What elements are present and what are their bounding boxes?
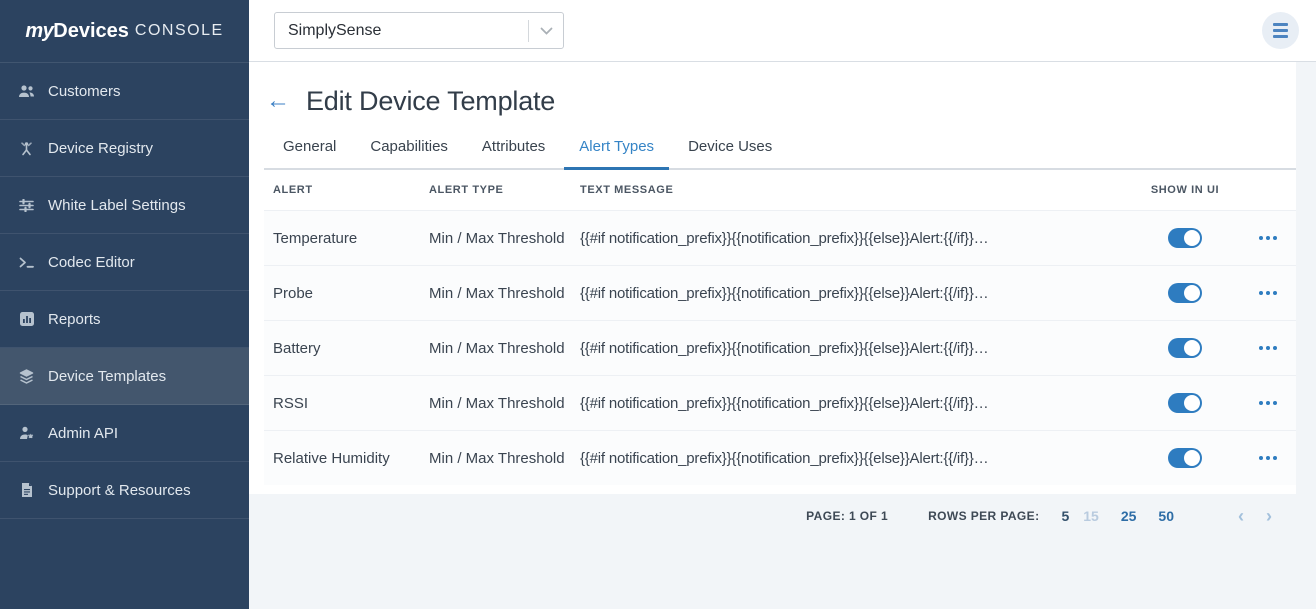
content-area: ← Edit Device Template General Capabilit… [249,62,1316,609]
device-templates-icon [18,368,35,385]
sidebar-item-device-templates[interactable]: Device Templates [0,348,249,405]
sidebar-item-white-label-settings[interactable]: White Label Settings [0,177,249,234]
sidebar-item-label: Codec Editor [48,254,135,271]
alert-type-cell: Min / Max Threshold [429,230,580,247]
tenant-dropdown[interactable]: SimplySense [274,12,564,49]
column-header-text-message: TEXT MESSAGE [580,184,1130,196]
tab-device-uses[interactable]: Device Uses [673,138,787,170]
text-message-cell: {{#if notification_prefix}}{{notificatio… [580,450,1130,467]
sidebar-item-customers[interactable]: Customers [0,63,249,120]
sidebar-item-label: Admin API [48,425,118,442]
rows-per-page-option-15[interactable]: 15 [1083,508,1099,524]
sidebar-item-label: Customers [48,83,121,100]
mydevices-logo: myDevices CONSOLE [0,0,249,63]
logo-console: CONSOLE [135,22,224,40]
show-in-ui-toggle[interactable] [1168,338,1202,358]
row-actions-menu-icon[interactable] [1257,342,1279,354]
column-header-alert-type: ALERT TYPE [429,184,580,196]
page-title: Edit Device Template [306,86,555,117]
alert-type-cell: Min / Max Threshold [429,340,580,357]
sidebar-item-codec-editor[interactable]: Codec Editor [0,234,249,291]
toggle-knob [1184,395,1200,411]
row-actions-menu-icon[interactable] [1257,397,1279,409]
previous-page-icon[interactable]: ‹ [1238,507,1244,525]
sidebar-item-admin-api[interactable]: Admin API [0,405,249,462]
logo-devices: Devices [53,20,129,43]
sidebar-item-support-resources[interactable]: Support & Resources [0,462,249,519]
topbar: SimplySense [249,0,1316,62]
table-row: Relative Humidity Min / Max Threshold {{… [264,430,1296,485]
tab-capabilities[interactable]: Capabilities [355,138,463,170]
sidebar-item-label: Device Templates [48,368,166,385]
sidebar-item-label: Reports [48,311,101,328]
rows-per-page-option-5[interactable]: 5 [1061,508,1069,524]
app-root: myDevices CONSOLE Customers Device Regist… [0,0,1316,609]
table-row: Probe Min / Max Threshold {{#if notifica… [264,265,1296,320]
codec-editor-icon [18,254,35,271]
toggle-knob [1184,230,1200,246]
show-in-ui-toggle[interactable] [1168,448,1202,468]
hamburger-menu-button[interactable] [1262,12,1299,49]
reports-icon [18,311,35,328]
pagination-bar: PAGE: 1 OF 1 ROWS PER PAGE: 5 15 25 50 ‹… [249,507,1316,525]
row-actions-menu-icon[interactable] [1257,287,1279,299]
row-actions-menu-icon[interactable] [1257,232,1279,244]
toggle-knob [1184,450,1200,466]
support-resources-icon [18,482,35,499]
rows-per-page-label: ROWS PER PAGE: [928,509,1039,523]
edit-template-panel: ← Edit Device Template General Capabilit… [249,62,1296,494]
toggle-knob [1184,285,1200,301]
rows-per-page-option-50[interactable]: 50 [1158,508,1174,524]
sidebar-item-label: White Label Settings [48,197,186,214]
tenant-dropdown-value: SimplySense [275,22,528,40]
row-actions-menu-icon[interactable] [1257,452,1279,464]
sidebar-item-label: Support & Resources [48,482,191,499]
alert-cell: Probe [273,285,429,302]
alert-type-cell: Min / Max Threshold [429,395,580,412]
main-area: SimplySense ← Edit Device Template Gener… [249,0,1316,609]
text-message-cell: {{#if notification_prefix}}{{notificatio… [580,285,1130,302]
hamburger-icon [1273,23,1288,26]
table-header: ALERT ALERT TYPE TEXT MESSAGE SHOW IN UI [264,170,1296,210]
tab-general[interactable]: General [268,138,351,170]
table-row: RSSI Min / Max Threshold {{#if notificat… [264,375,1296,430]
alert-cell: RSSI [273,395,429,412]
column-header-alert: ALERT [273,184,429,196]
back-arrow-icon[interactable]: ← [266,89,290,115]
tab-bar: General Capabilities Attributes Alert Ty… [264,138,1296,170]
sidebar: myDevices CONSOLE Customers Device Regist… [0,0,249,609]
chevron-down-icon [529,27,563,35]
table-row: Temperature Min / Max Threshold {{#if no… [264,210,1296,265]
alert-cell: Battery [273,340,429,357]
text-message-cell: {{#if notification_prefix}}{{notificatio… [580,395,1130,412]
white-label-settings-icon [18,197,35,214]
page-count-label: PAGE: 1 OF 1 [806,509,888,523]
alert-cell: Temperature [273,230,429,247]
toggle-knob [1184,340,1200,356]
rows-per-page-option-25[interactable]: 25 [1121,508,1137,524]
alert-cell: Relative Humidity [273,450,429,467]
column-header-show-in-ui: SHOW IN UI [1130,184,1240,196]
sidebar-item-label: Device Registry [48,140,153,157]
alert-type-cell: Min / Max Threshold [429,285,580,302]
title-row: ← Edit Device Template [264,62,1296,117]
device-registry-icon [18,140,35,157]
show-in-ui-toggle[interactable] [1168,283,1202,303]
sidebar-item-reports[interactable]: Reports [0,291,249,348]
logo-my: my [25,20,53,43]
sidebar-item-device-registry[interactable]: Device Registry [0,120,249,177]
text-message-cell: {{#if notification_prefix}}{{notificatio… [580,230,1130,247]
text-message-cell: {{#if notification_prefix}}{{notificatio… [580,340,1130,357]
tab-attributes[interactable]: Attributes [467,138,560,170]
next-page-icon[interactable]: › [1266,507,1272,525]
show-in-ui-toggle[interactable] [1168,228,1202,248]
alert-type-cell: Min / Max Threshold [429,450,580,467]
tab-alert-types[interactable]: Alert Types [564,138,669,170]
table-row: Battery Min / Max Threshold {{#if notifi… [264,320,1296,375]
admin-api-icon [18,425,35,442]
show-in-ui-toggle[interactable] [1168,393,1202,413]
customers-icon [18,83,35,100]
